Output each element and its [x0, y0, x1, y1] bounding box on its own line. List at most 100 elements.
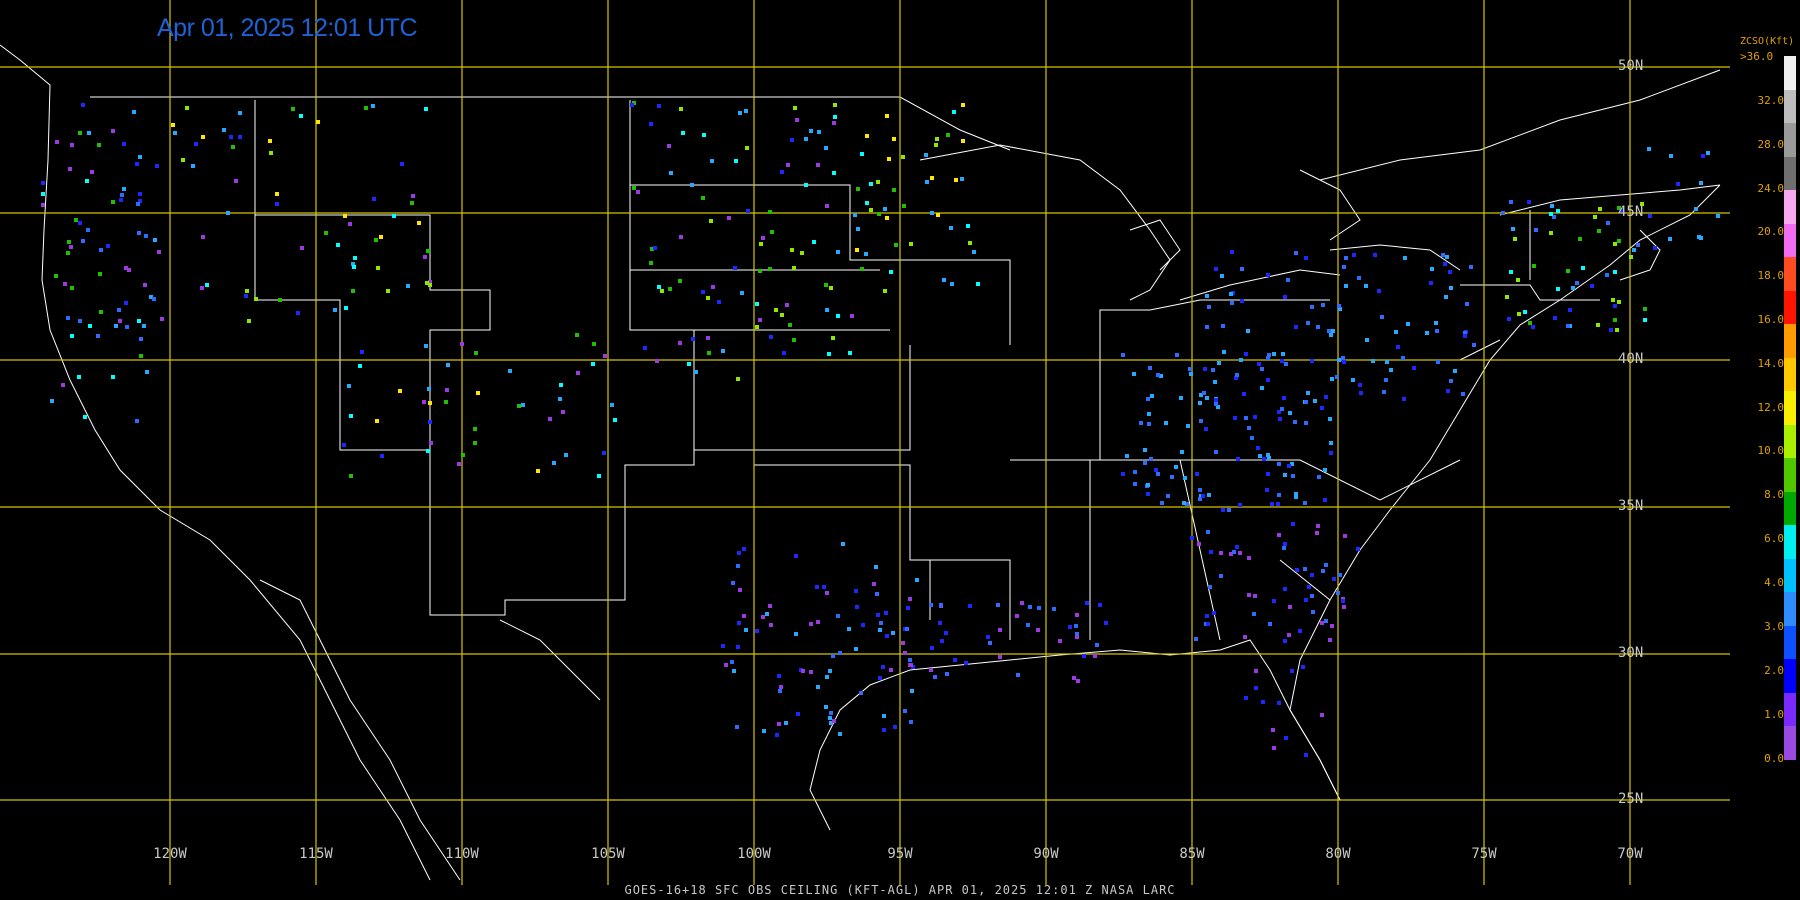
observation-marker	[1304, 421, 1308, 425]
observation-marker	[275, 202, 279, 206]
observation-marker	[1104, 621, 1108, 625]
observation-marker	[1382, 390, 1386, 394]
observation-marker	[1401, 356, 1405, 360]
observation-marker	[1328, 638, 1332, 642]
observation-marker	[903, 651, 907, 655]
observation-marker	[127, 268, 131, 272]
observation-marker	[954, 178, 958, 182]
observation-marker	[1629, 255, 1633, 259]
observation-marker	[1310, 359, 1314, 363]
observation-marker	[1093, 654, 1097, 658]
observation-marker	[972, 250, 976, 254]
observation-marker	[1222, 350, 1226, 354]
observation-marker	[1648, 214, 1652, 218]
observation-marker	[1597, 229, 1601, 233]
observation-marker	[1244, 696, 1248, 700]
observation-marker	[1277, 462, 1281, 466]
observation-marker	[655, 359, 659, 363]
observation-marker	[111, 375, 115, 379]
observation-marker	[1295, 568, 1299, 572]
observation-marker	[1256, 446, 1260, 450]
observation-marker	[358, 364, 362, 368]
observation-marker	[1605, 273, 1609, 277]
observation-marker	[1229, 292, 1233, 296]
observation-marker	[836, 614, 840, 618]
longitude-label: 120W	[153, 846, 187, 862]
observation-marker	[1301, 665, 1305, 669]
observation-marker	[734, 159, 738, 163]
observation-marker	[324, 231, 328, 235]
observation-marker	[908, 597, 912, 601]
observation-marker	[1298, 629, 1302, 633]
observation-marker	[138, 155, 142, 159]
observation-marker	[769, 623, 773, 627]
observation-marker	[706, 296, 710, 300]
observation-marker	[1443, 262, 1447, 266]
observation-marker	[1384, 378, 1388, 382]
observation-marker	[1204, 427, 1208, 431]
observation-marker	[790, 138, 794, 142]
observation-marker	[788, 323, 792, 327]
observation-marker	[1219, 551, 1223, 555]
observation-marker	[291, 107, 295, 111]
observation-marker	[81, 103, 85, 107]
observation-marker	[201, 135, 205, 139]
observation-marker	[838, 732, 842, 736]
observation-marker	[825, 308, 829, 312]
observation-marker	[1412, 366, 1416, 370]
observation-marker	[83, 415, 87, 419]
observation-marker	[238, 135, 242, 139]
observation-marker	[770, 230, 774, 234]
observation-marker	[376, 266, 380, 270]
observation-marker	[998, 628, 1002, 632]
observation-marker	[1265, 488, 1269, 492]
observation-marker	[78, 319, 82, 323]
observation-marker	[1280, 407, 1284, 411]
observation-marker	[1636, 243, 1640, 247]
observation-marker	[1174, 465, 1178, 469]
observation-marker	[909, 242, 913, 246]
observation-marker	[1343, 534, 1347, 538]
observation-marker	[411, 194, 415, 198]
observation-marker	[815, 585, 819, 589]
observation-marker	[1149, 457, 1153, 461]
observation-marker	[1329, 441, 1333, 445]
observation-marker	[77, 375, 81, 379]
observation-marker	[1578, 237, 1582, 241]
observation-marker	[106, 244, 110, 248]
observation-marker	[1052, 607, 1056, 611]
observation-marker	[1058, 639, 1062, 643]
observation-marker	[1270, 502, 1274, 506]
observation-marker	[755, 629, 759, 633]
observation-marker	[1317, 475, 1321, 479]
observation-marker	[66, 251, 70, 255]
observation-marker	[1239, 358, 1243, 362]
observation-marker	[417, 221, 421, 225]
legend-label: 1.0	[1764, 708, 1784, 721]
observation-marker	[902, 204, 906, 208]
legend-label: 16.0	[1757, 313, 1785, 326]
observation-marker	[99, 310, 103, 314]
observation-marker	[1517, 312, 1521, 316]
observation-marker	[1532, 264, 1536, 268]
observation-marker	[1357, 276, 1361, 280]
observation-marker	[986, 635, 990, 639]
observation-marker	[508, 369, 512, 373]
observation-marker	[1164, 421, 1168, 425]
observation-marker	[1217, 361, 1221, 365]
observation-marker	[68, 167, 72, 171]
observation-marker	[1328, 417, 1332, 421]
observation-marker	[1132, 372, 1136, 376]
observation-marker	[774, 308, 778, 312]
observation-marker	[864, 252, 868, 256]
observation-marker	[1148, 366, 1152, 370]
observation-marker	[1315, 531, 1319, 535]
observation-marker	[1209, 550, 1213, 554]
observation-marker	[854, 647, 858, 651]
legend-color-step	[1784, 726, 1796, 761]
observation-marker	[801, 669, 805, 673]
observation-marker	[694, 370, 698, 374]
observation-marker	[50, 399, 54, 403]
observation-marker	[1291, 474, 1295, 478]
observation-marker	[122, 187, 126, 191]
